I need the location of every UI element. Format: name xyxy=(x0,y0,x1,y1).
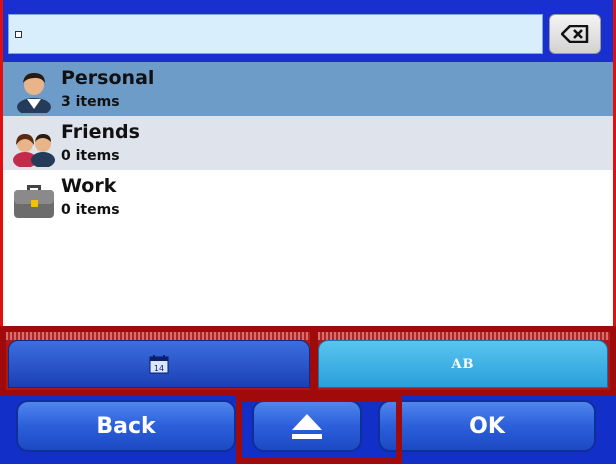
tab-bar-divider xyxy=(0,326,616,340)
item-title: Friends xyxy=(61,121,140,143)
item-title: Personal xyxy=(61,67,155,89)
eject-button[interactable] xyxy=(252,400,362,452)
ok-button[interactable]: OK xyxy=(378,400,596,452)
back-button[interactable]: Back xyxy=(16,400,236,452)
person-icon xyxy=(17,73,51,113)
text-cursor xyxy=(15,31,22,38)
tab-ab[interactable]: AB xyxy=(318,340,608,388)
list-item-friends[interactable]: Friends 0 items xyxy=(3,116,613,170)
backspace-button[interactable] xyxy=(549,14,601,54)
briefcase-icon xyxy=(14,185,54,218)
eject-icon xyxy=(292,414,322,439)
item-count: 0 items xyxy=(61,148,120,164)
backspace-icon xyxy=(561,25,589,43)
calendar-icon: 14 xyxy=(149,355,169,374)
tab-bar: 14 AB xyxy=(0,326,616,396)
friends-icon xyxy=(13,134,55,167)
tab-ab-label: AB xyxy=(451,356,475,372)
item-title: Work xyxy=(61,175,117,197)
list-item-work[interactable]: Work 0 items xyxy=(3,170,613,224)
item-count: 0 items xyxy=(61,202,120,218)
bottom-toolbar: Back OK xyxy=(0,396,616,464)
search-bar xyxy=(0,0,616,62)
app-window: Personal 3 items Friends 0 items Work 0 … xyxy=(0,0,616,464)
list-item-personal[interactable]: Personal 3 items xyxy=(3,62,613,116)
calendar-day: 14 xyxy=(154,364,164,373)
search-input[interactable] xyxy=(8,14,543,54)
tab-calendar[interactable]: 14 xyxy=(8,340,310,388)
item-count: 3 items xyxy=(61,94,120,110)
folder-list: Personal 3 items Friends 0 items Work 0 … xyxy=(0,62,616,330)
